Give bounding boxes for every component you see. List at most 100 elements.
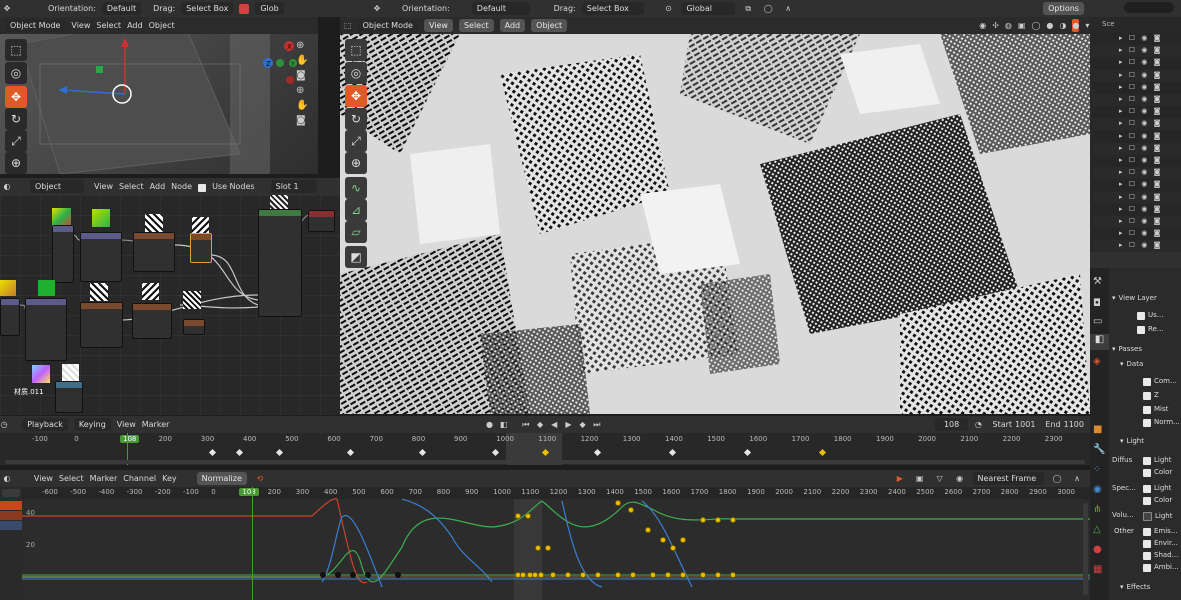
transform-tool[interactable]: ⊕ [5, 152, 27, 174]
current-frame-field[interactable]: 108 [934, 418, 969, 431]
other-environment[interactable]: Envir... [1143, 539, 1178, 548]
pivot-icon[interactable] [239, 3, 250, 14]
outliner-visibility-icons[interactable]: ▸ ☐ ◉ ◙ [1119, 46, 1162, 54]
shading-wire-icon[interactable]: ◯ [1031, 19, 1040, 32]
data-combined[interactable]: Com... [1143, 377, 1177, 386]
outliner-visibility-icons[interactable]: ▸ ☐ ◉ ◙ [1119, 107, 1162, 115]
outliner-visibility-icons[interactable]: ▸ ☐ ◉ ◙ [1119, 229, 1162, 237]
mist-checkbox[interactable] [1143, 406, 1151, 414]
graph-keyframe[interactable] [350, 572, 356, 578]
timeline-keyframe[interactable] [208, 448, 217, 457]
diffuse-light-checkbox[interactable] [1143, 457, 1151, 465]
main-menu-view[interactable]: View [423, 19, 453, 32]
graph-area[interactable]: -600 -500 -400 -300 -200 -100 0 108 200 300 400 500… [22, 487, 1090, 600]
data-z[interactable]: Z [1143, 391, 1159, 400]
filter-icon[interactable]: ▽ [933, 472, 947, 485]
graph-keyframe[interactable] [395, 572, 401, 578]
graph-keyframe[interactable] [670, 545, 676, 551]
small-viewport-menu-object[interactable]: Object [149, 21, 175, 30]
graph-keyframe[interactable] [615, 572, 621, 578]
node-principled-bsdf[interactable] [258, 209, 302, 317]
outliner-row[interactable]: ▸ ☐ ◉ ◙ [1093, 142, 1181, 155]
shading-material-icon[interactable]: ◑ [1059, 19, 1066, 32]
data-tab-icon[interactable]: △ [1093, 524, 1101, 535]
channel-object-row[interactable] [0, 501, 22, 510]
outliner-row[interactable]: ▸ ☐ ◉ ◙ [1093, 45, 1181, 58]
small-viewport-menu-view[interactable]: View [71, 21, 90, 30]
graph-keyframe[interactable] [700, 572, 706, 578]
pan-hand-icon-2[interactable]: ✋ [296, 98, 308, 113]
outliner-visibility-icons[interactable]: ▸ ☐ ◉ ◙ [1119, 119, 1162, 127]
graph-keyframe[interactable] [680, 537, 686, 543]
graph-keyframe[interactable] [715, 517, 721, 523]
keying-menu[interactable]: Keying [73, 418, 111, 431]
timeline-keyframe[interactable] [418, 448, 427, 457]
z-checkbox[interactable] [1143, 392, 1151, 400]
graph-keyframe[interactable] [550, 572, 556, 578]
node-group[interactable] [55, 381, 83, 413]
snap-dropdown[interactable]: Nearest Frame [972, 472, 1045, 485]
outliner-visibility-icons[interactable]: ▸ ☐ ◉ ◙ [1119, 132, 1162, 140]
outliner-row[interactable]: ▸ ☐ ◉ ◙ [1093, 155, 1181, 167]
modifier-tab-icon[interactable]: 🔧 [1093, 444, 1105, 455]
outliner-row[interactable]: ▸ ☐ ◉ ◙ [1093, 106, 1181, 119]
graph-keyframe[interactable] [595, 572, 601, 578]
outliner-visibility-icons[interactable]: ▸ ☐ ◉ ◙ [1119, 193, 1162, 201]
timeline-keyframe[interactable] [668, 448, 677, 457]
main-rotate-tool[interactable]: ↻ [345, 108, 367, 130]
view-layer-use-for-rendering[interactable]: Us... [1137, 311, 1163, 320]
small-viewport-canvas[interactable]: ⬚ ◎ ✥ ↻ ⤢ ⊕ X Z Y ⊕ ✋ ◙ ⊕ ✋ ◙ [0, 34, 318, 174]
texture-tab-icon[interactable]: ▦ [1093, 564, 1102, 575]
camera-icon-2[interactable]: ◙ [296, 113, 308, 128]
timeline-menu-marker[interactable]: Marker [142, 420, 170, 429]
outliner-row[interactable]: ▸ ☐ ◉ ◙ [1093, 57, 1181, 70]
only-selected-icon[interactable]: ▶ [893, 472, 907, 485]
outliner-visibility-icons[interactable]: ▸ ☐ ◉ ◙ [1119, 156, 1162, 164]
graph-keyframe[interactable] [645, 527, 651, 533]
graph-menu-key[interactable]: Key [162, 474, 177, 483]
small-viewport-mode-dropdown[interactable]: Object Mode [5, 19, 66, 32]
proportional-graph-icon[interactable]: ◯ [1050, 472, 1064, 485]
material-tab-icon[interactable]: ● [1093, 544, 1102, 555]
data-subsection-header[interactable]: ▾ Data [1120, 360, 1143, 368]
node-menu-view[interactable]: View [94, 182, 113, 191]
extra-tool[interactable]: ◩ [345, 246, 367, 268]
channel-action-row[interactable] [0, 511, 22, 520]
graph-keyframe[interactable] [320, 572, 326, 578]
keyframe-type-icon[interactable]: ◧ [500, 418, 508, 431]
combined-checkbox[interactable] [1143, 378, 1151, 386]
zoom-icon[interactable]: ⊕ [296, 38, 308, 53]
proportional-edit-icon[interactable]: ◯ [761, 2, 775, 15]
effects-subsection-header[interactable]: ▾ Effects [1120, 583, 1150, 591]
normalize-reset-icon[interactable]: ⟲ [253, 472, 267, 485]
main-menu-select[interactable]: Select [458, 19, 494, 32]
outliner-row[interactable]: ▸ ☐ ◉ ◙ [1093, 228, 1181, 241]
timeline-keyframe[interactable] [275, 448, 284, 457]
render-single-checkbox[interactable] [1137, 326, 1145, 334]
outliner-visibility-icons[interactable]: ▸ ☐ ◉ ◙ [1119, 241, 1162, 249]
shading-rendered-icon[interactable]: ● [1072, 19, 1080, 32]
graph-menu-channel[interactable]: Channel [123, 474, 156, 483]
zoom-icon-2[interactable]: ⊕ [296, 83, 308, 98]
graph-keyframe[interactable] [680, 572, 686, 578]
environment-checkbox[interactable] [1143, 540, 1151, 548]
graph-menu-marker[interactable]: Marker [90, 474, 118, 483]
main-menu-add[interactable]: Add [499, 19, 526, 32]
outliner-row[interactable]: ▸ ☐ ◉ ◙ [1093, 94, 1181, 106]
small-viewport-menu-select[interactable]: Select [96, 21, 121, 30]
main-move-tool-icon[interactable]: ✥ [370, 2, 384, 15]
timeline-menu-view[interactable]: View [117, 420, 136, 429]
main-select-box-tool[interactable]: ⬚ [345, 39, 367, 61]
outliner-search-input[interactable] [1124, 2, 1174, 13]
cursor-tool[interactable]: ◎ [5, 62, 27, 84]
main-editor-type-icon[interactable]: ⬚ [344, 19, 352, 32]
emission-checkbox[interactable] [1143, 528, 1151, 536]
node-reroute[interactable] [183, 319, 205, 335]
graph-keyframe[interactable] [628, 507, 634, 513]
timeline-keyframe[interactable] [491, 448, 500, 457]
outliner-row[interactable]: ▸ ☐ ◉ ◙ [1093, 203, 1181, 216]
xray-icon[interactable]: ▣ [1018, 19, 1026, 32]
graph-keyframe[interactable] [335, 572, 341, 578]
play-reverse-icon[interactable]: ◀ [550, 418, 558, 431]
small-viewport-menu-add[interactable]: Add [127, 21, 143, 30]
